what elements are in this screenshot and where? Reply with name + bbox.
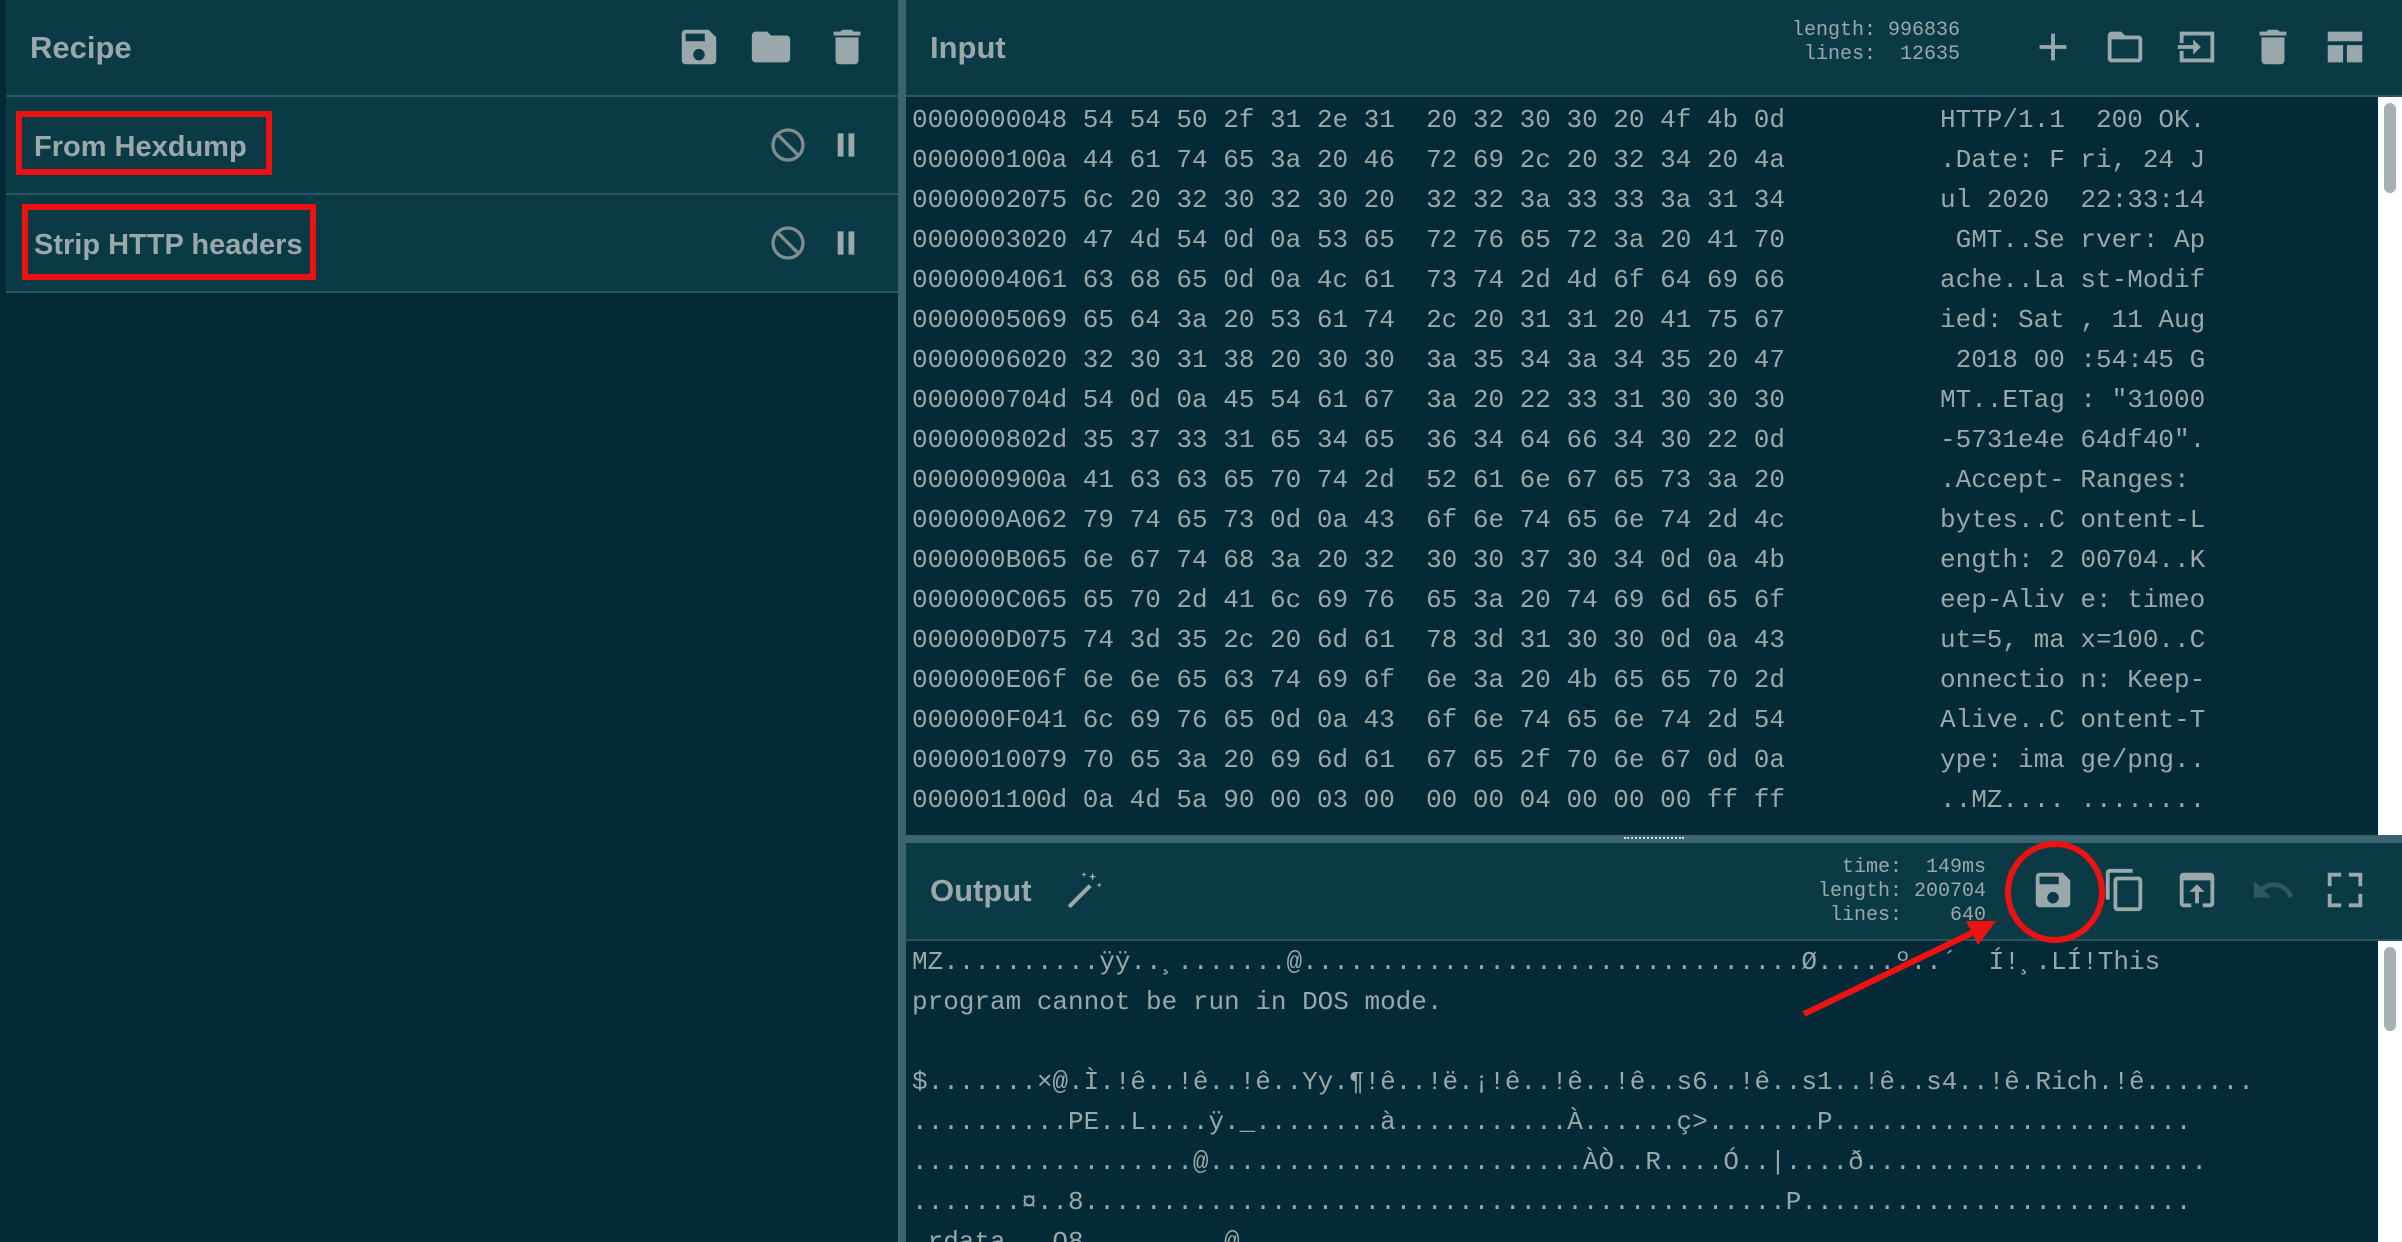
hexdump-offset: 00000000 [912, 105, 1037, 135]
open-folder-icon[interactable] [2102, 24, 2148, 70]
save-recipe-icon[interactable] [676, 24, 722, 70]
hexdump-ascii: eep-Aliv e: timeo [1940, 585, 2206, 615]
input-title: Input [930, 30, 1006, 65]
hexdump-offset: 00000030 [912, 225, 1037, 255]
hexdump-bytes: 4d 54 0d 0a 45 54 61 67 3a 20 22 33 31 3… [1036, 385, 1785, 415]
hexdump-ascii: ache..La st-Modif [1940, 265, 2206, 295]
hexdump-bytes: 0a 41 63 63 65 70 74 2d 52 61 6e 67 65 7… [1036, 465, 1785, 495]
hexdump-ascii: ut=5, ma x=100..C [1940, 625, 2206, 655]
magic-wand-icon[interactable] [1060, 867, 1106, 913]
hexdump-offset: 00000080 [912, 425, 1037, 455]
hexdump-offset: 00000070 [912, 385, 1037, 415]
hexdump-ascii: 2018 00 :54:45 G [1940, 345, 2206, 375]
hexdump-ascii: onnectio n: Keep- [1940, 665, 2206, 695]
disable-icon[interactable] [768, 223, 808, 263]
hexdump-ascii: .Accept- Ranges: [1940, 465, 2206, 495]
hexdump-bytes: 20 32 30 31 38 20 30 30 3a 35 34 3a 34 3… [1036, 345, 1785, 375]
hexdump-offset: 000000F0 [912, 705, 1037, 735]
maximize-icon[interactable] [2322, 867, 2368, 913]
hexdump-bytes: 6f 6e 6e 65 63 74 69 6f 6e 3a 20 4b 65 6… [1036, 665, 1785, 695]
hexdump-bytes: 62 79 74 65 73 0d 0a 43 6f 6e 74 65 6e 7… [1036, 505, 1785, 535]
hexdump-bytes: 65 6e 67 74 68 3a 20 32 30 30 37 30 34 0… [1036, 545, 1785, 575]
hexdump-offset: 000000A0 [912, 505, 1037, 535]
hexdump-offset: 00000040 [912, 265, 1037, 295]
hexdump-ascii: ul 2020 22:33:14 [1940, 185, 2206, 215]
output-line: .......¤..8.............................… [912, 1187, 2192, 1217]
hexdump-offset: 00000100 [912, 745, 1037, 775]
layout-icon[interactable] [2322, 24, 2368, 70]
hexdump-bytes: 61 63 68 65 0d 0a 4c 61 73 74 2d 4d 6f 6… [1036, 265, 1785, 295]
hexdump-ascii: .Date: F ri, 24 J [1940, 145, 2206, 175]
input-stats: length: 996836 lines: 12635 [1791, 19, 1960, 66]
copy-output-icon[interactable] [2102, 867, 2148, 913]
clear-input-icon[interactable] [2250, 24, 2296, 70]
hexdump-ascii: ied: Sat , 11 Aug [1940, 305, 2206, 335]
output-line: ..................@.....................… [912, 1147, 2208, 1177]
input-textarea[interactable]: 00000000 48 54 54 50 2f 31 2e 31 20 32 30… [906, 97, 2378, 835]
open-file-icon[interactable] [2174, 24, 2220, 70]
hexdump-bytes: 75 6c 20 32 30 32 30 20 32 32 3a 33 33 3… [1036, 185, 1785, 215]
output-line: ..........PE..L....ÿ._........à.........… [912, 1107, 2192, 1137]
output-header: Output time: 149ms length: 200704 lines:… [906, 843, 2402, 941]
hexdump-bytes: 69 65 64 3a 20 53 61 74 2c 20 31 31 20 4… [1036, 305, 1785, 335]
hexdump-ascii: -5731e4e 64df40". [1940, 425, 2206, 455]
hexdump-offset: 000000D0 [912, 625, 1037, 655]
pane-resizer[interactable] [898, 0, 906, 1242]
hexdump-offset: 00000010 [912, 145, 1037, 175]
operation-strip-http-headers[interactable]: Strip HTTP headers [6, 195, 898, 293]
hexdump-offset: 00000060 [912, 345, 1037, 375]
pause-icon[interactable] [826, 125, 866, 165]
output-line: $.......×@.Ì.!ê..!ê..!ê..Yy.¶!ê..!ë.¡!ê.… [912, 1067, 2254, 1097]
hexdump-ascii: bytes..C ontent-L [1940, 505, 2206, 535]
hexdump-ascii: HTTP/1.1 200 OK. [1940, 105, 2206, 135]
highlight-box [22, 204, 316, 280]
hexdump-offset: 000000E0 [912, 665, 1037, 695]
hexdump-offset: 00000110 [912, 785, 1037, 815]
hexdump-offset: 000000C0 [912, 585, 1037, 615]
disable-icon[interactable] [768, 125, 808, 165]
scroll-thumb[interactable] [2384, 103, 2396, 193]
hexdump-bytes: 65 65 70 2d 41 6c 69 76 65 3a 20 74 69 6… [1036, 585, 1785, 615]
hexdump-offset: 00000020 [912, 185, 1037, 215]
save-output-icon[interactable] [2030, 867, 2076, 913]
hexdump-offset: 00000050 [912, 305, 1037, 335]
operation-from-hexdump[interactable]: From Hexdump [6, 97, 898, 195]
load-recipe-icon[interactable] [748, 24, 794, 70]
output-title: Output [930, 873, 1032, 908]
hexdump-bytes: 0a 44 61 74 65 3a 20 46 72 69 2c 20 32 3… [1036, 145, 1785, 175]
hexdump-ascii: ..MZ.... ........ [1940, 785, 2206, 815]
hexdump-ascii: GMT..Se rver: Ap [1940, 225, 2206, 255]
replace-input-icon[interactable] [2174, 867, 2220, 913]
output-scrollbar[interactable] [2378, 941, 2402, 1242]
input-header: Input length: 996836 lines: 12635 [906, 0, 2402, 97]
hexdump-offset: 000000B0 [912, 545, 1037, 575]
hexdump-ascii: MT..ETag : "31000 [1940, 385, 2206, 415]
output-line: MZ..........ÿÿ..¸.......@...............… [912, 947, 2161, 977]
hexdump-bytes: 20 47 4d 54 0d 0a 53 65 72 76 65 72 3a 2… [1036, 225, 1785, 255]
hexdump-bytes: 75 74 3d 35 2c 20 6d 61 78 3d 31 30 30 0… [1036, 625, 1785, 655]
highlight-box [16, 111, 272, 175]
hexdump-bytes: 41 6c 69 76 65 0d 0a 43 6f 6e 74 65 6e 7… [1036, 705, 1785, 735]
output-textarea[interactable]: MZ..........ÿÿ..¸.......@...............… [906, 941, 2378, 1242]
hexdump-ascii: ength: 2 00704..K [1940, 545, 2206, 575]
pause-icon[interactable] [826, 223, 866, 263]
hexdump-bytes: 0d 0a 4d 5a 90 00 03 00 00 00 04 00 00 0… [1036, 785, 1785, 815]
hexdump-ascii: Alive..C ontent-T [1940, 705, 2206, 735]
clear-recipe-icon[interactable] [824, 24, 870, 70]
recipe-title: Recipe [30, 30, 132, 65]
output-line: program cannot be run in DOS mode. [912, 987, 1443, 1017]
hexdump-bytes: 79 70 65 3a 20 69 6d 61 67 65 2f 70 6e 6… [1036, 745, 1785, 775]
add-tab-icon[interactable] [2030, 24, 2076, 70]
output-line: .rdata...O8.........@...................… [912, 1227, 2051, 1242]
input-scrollbar[interactable] [2378, 97, 2402, 835]
undo-icon [2250, 867, 2296, 913]
hexdump-ascii: ype: ima ge/png.. [1940, 745, 2206, 775]
hexdump-bytes: 48 54 54 50 2f 31 2e 31 20 32 30 30 20 4… [1036, 105, 1785, 135]
hexdump-bytes: 2d 35 37 33 31 65 34 65 36 34 64 66 34 3… [1036, 425, 1785, 455]
scroll-thumb[interactable] [2384, 947, 2396, 1031]
output-stats: time: 149ms length: 200704 lines: 640 [1817, 856, 1986, 927]
hexdump-offset: 00000090 [912, 465, 1037, 495]
recipe-header: Recipe [6, 0, 898, 97]
